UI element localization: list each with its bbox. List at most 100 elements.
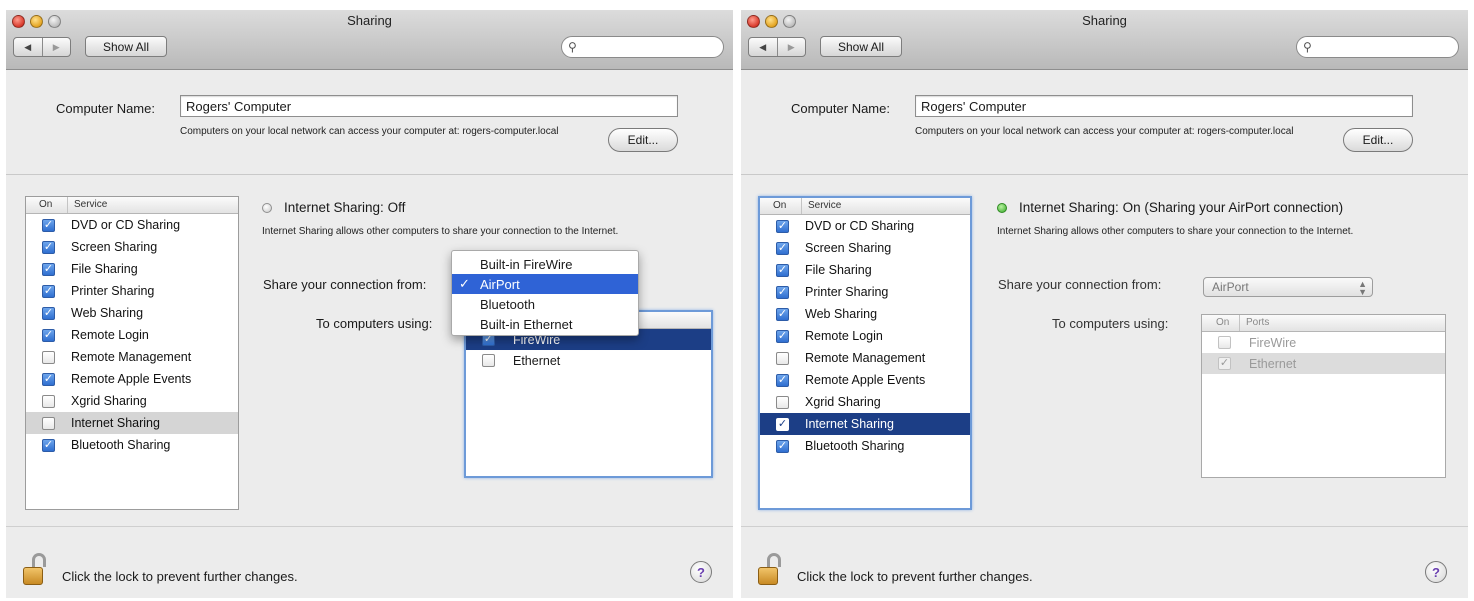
service-row-web-sharing[interactable]: ✓ Web Sharing	[760, 303, 970, 325]
service-row-internet-sharing[interactable]: ✓ Internet Sharing	[26, 412, 238, 434]
service-row-internet-sharing[interactable]: ✓ Internet Sharing	[760, 413, 970, 435]
service-row-bluetooth-sharing[interactable]: ✓ Bluetooth Sharing	[26, 434, 238, 456]
service-label: File Sharing	[805, 263, 872, 277]
bottom-bar: Click the lock to prevent further change…	[6, 526, 733, 598]
to-computers-label: To computers using:	[1052, 316, 1169, 331]
search-field[interactable]: ⚲	[561, 36, 724, 58]
port-row-ethernet[interactable]: ✓ Ethernet	[1202, 353, 1445, 374]
edit-button[interactable]: Edit...	[608, 128, 678, 152]
lock-status-text: Click the lock to prevent further change…	[797, 569, 1033, 584]
internet-sharing-status: Internet Sharing: Off	[262, 200, 405, 215]
help-button[interactable]: ?	[690, 561, 712, 583]
popup-arrows-icon: ▲ ▼	[1358, 279, 1367, 297]
computer-name-field[interactable]: Rogers' Computer	[180, 95, 678, 117]
unlocked-padlock-icon[interactable]	[758, 553, 784, 587]
on-column-header[interactable]: On	[26, 197, 68, 213]
search-icon: ⚲	[568, 40, 577, 54]
ports-on-column-header[interactable]: On	[1202, 315, 1240, 331]
service-checkbox[interactable]: ✓	[776, 285, 789, 299]
service-checkbox[interactable]: ✓	[776, 439, 789, 453]
service-checkbox[interactable]: ✓	[776, 329, 789, 343]
forward-arrow-icon[interactable]: ▶	[41, 38, 71, 56]
service-checkbox[interactable]: ✓	[42, 284, 55, 298]
service-row-screen-sharing[interactable]: ✓ Screen Sharing	[760, 237, 970, 259]
menu-item-built-in-ethernet[interactable]: Built-in Ethernet	[452, 314, 638, 334]
service-checkbox[interactable]: ✓	[42, 328, 55, 342]
service-label: DVD or CD Sharing	[805, 219, 915, 233]
service-checkbox[interactable]: ✓	[776, 351, 789, 365]
service-description: Internet Sharing allows other computers …	[997, 226, 1354, 237]
internet-sharing-status: Internet Sharing: On (Sharing your AirPo…	[997, 200, 1343, 215]
menu-item-bluetooth[interactable]: Bluetooth	[452, 294, 638, 314]
unlocked-padlock-icon[interactable]	[23, 553, 49, 587]
service-row-remote-management[interactable]: ✓ Remote Management	[760, 347, 970, 369]
forward-arrow-icon[interactable]: ▶	[776, 38, 806, 56]
service-checkbox[interactable]: ✓	[42, 218, 55, 232]
service-row-file-sharing[interactable]: ✓ File Sharing	[26, 258, 238, 280]
show-all-button[interactable]: Show All	[820, 36, 902, 57]
menu-item-built-in-firewire[interactable]: Built-in FireWire	[452, 254, 638, 274]
service-description: Internet Sharing allows other computers …	[262, 226, 619, 237]
service-label: Web Sharing	[71, 306, 144, 320]
search-field[interactable]: ⚲	[1296, 36, 1459, 58]
service-row-dvd-or-cd-sharing[interactable]: ✓ DVD or CD Sharing	[760, 215, 970, 237]
service-label: Remote Management	[805, 351, 926, 365]
edit-button[interactable]: Edit...	[1343, 128, 1413, 152]
service-list[interactable]: On Service ✓ DVD or CD Sharing ✓ Screen Sha…	[25, 196, 239, 510]
ports-column-header[interactable]: Ports	[1240, 315, 1269, 331]
service-row-file-sharing[interactable]: ✓ File Sharing	[760, 259, 970, 281]
service-row-dvd-or-cd-sharing[interactable]: ✓ DVD or CD Sharing	[26, 214, 238, 236]
port-checkbox-ethernet[interactable]: ✓	[482, 354, 495, 367]
service-checkbox[interactable]: ✓	[42, 350, 55, 364]
service-row-printer-sharing[interactable]: ✓ Printer Sharing	[26, 280, 238, 302]
service-checkbox[interactable]: ✓	[42, 438, 55, 452]
service-checkbox[interactable]: ✓	[776, 373, 789, 387]
service-checkbox[interactable]: ✓	[42, 416, 55, 430]
service-checkbox[interactable]: ✓	[42, 394, 55, 408]
back-forward-control: ◀ ▶	[13, 37, 71, 57]
service-row-remote-login[interactable]: ✓ Remote Login	[760, 325, 970, 347]
service-row-printer-sharing[interactable]: ✓ Printer Sharing	[760, 281, 970, 303]
service-checkbox[interactable]: ✓	[776, 307, 789, 321]
service-row-remote-management[interactable]: ✓ Remote Management	[26, 346, 238, 368]
service-checkbox[interactable]: ✓	[42, 372, 55, 386]
back-arrow-icon[interactable]: ◀	[14, 38, 42, 56]
service-checkbox[interactable]: ✓	[776, 395, 789, 409]
computer-name-section: Computer Name: Rogers' Computer Computer…	[741, 71, 1468, 175]
menu-item-airport[interactable]: ✓ AirPort	[452, 274, 638, 294]
help-button[interactable]: ?	[1425, 561, 1447, 583]
service-column-header[interactable]: Service	[802, 198, 841, 214]
service-row-remote-login[interactable]: ✓ Remote Login	[26, 324, 238, 346]
lock-status-text: Click the lock to prevent further change…	[62, 569, 298, 584]
service-row-xgrid-sharing[interactable]: ✓ Xgrid Sharing	[760, 391, 970, 413]
service-label: Xgrid Sharing	[805, 395, 881, 409]
service-checkbox[interactable]: ✓	[776, 263, 789, 277]
service-column-header[interactable]: Service	[68, 197, 107, 213]
service-row-remote-apple-events[interactable]: ✓ Remote Apple Events	[26, 368, 238, 390]
share-from-popup[interactable]: AirPort ▲ ▼	[1203, 277, 1373, 297]
on-column-header[interactable]: On	[760, 198, 802, 214]
service-label: File Sharing	[71, 262, 138, 276]
service-row-xgrid-sharing[interactable]: ✓ Xgrid Sharing	[26, 390, 238, 412]
port-checkbox-ethernet[interactable]: ✓	[1218, 357, 1231, 370]
back-arrow-icon[interactable]: ◀	[749, 38, 777, 56]
ports-list[interactable]: On Ports ✓ FireWire ✓ Ethernet	[1201, 314, 1446, 478]
service-list[interactable]: On Service ✓ DVD or CD Sharing ✓ Screen Sha…	[758, 196, 972, 510]
service-checkbox[interactable]: ✓	[776, 241, 789, 255]
service-checkbox[interactable]: ✓	[42, 306, 55, 320]
service-row-remote-apple-events[interactable]: ✓ Remote Apple Events	[760, 369, 970, 391]
service-label: Screen Sharing	[805, 241, 892, 255]
computer-name-field[interactable]: Rogers' Computer	[915, 95, 1413, 117]
service-checkbox[interactable]: ✓	[42, 262, 55, 276]
service-checkbox[interactable]: ✓	[42, 240, 55, 254]
service-row-web-sharing[interactable]: ✓ Web Sharing	[26, 302, 238, 324]
port-checkbox-firewire[interactable]: ✓	[1218, 336, 1231, 349]
ports-list-header: On Ports	[1202, 315, 1445, 332]
port-row-firewire[interactable]: ✓ FireWire	[1202, 332, 1445, 353]
port-row-ethernet[interactable]: ✓ Ethernet	[466, 350, 711, 371]
service-checkbox[interactable]: ✓	[776, 219, 789, 233]
service-row-bluetooth-sharing[interactable]: ✓ Bluetooth Sharing	[760, 435, 970, 457]
show-all-button[interactable]: Show All	[85, 36, 167, 57]
service-row-screen-sharing[interactable]: ✓ Screen Sharing	[26, 236, 238, 258]
service-checkbox[interactable]: ✓	[776, 417, 789, 431]
